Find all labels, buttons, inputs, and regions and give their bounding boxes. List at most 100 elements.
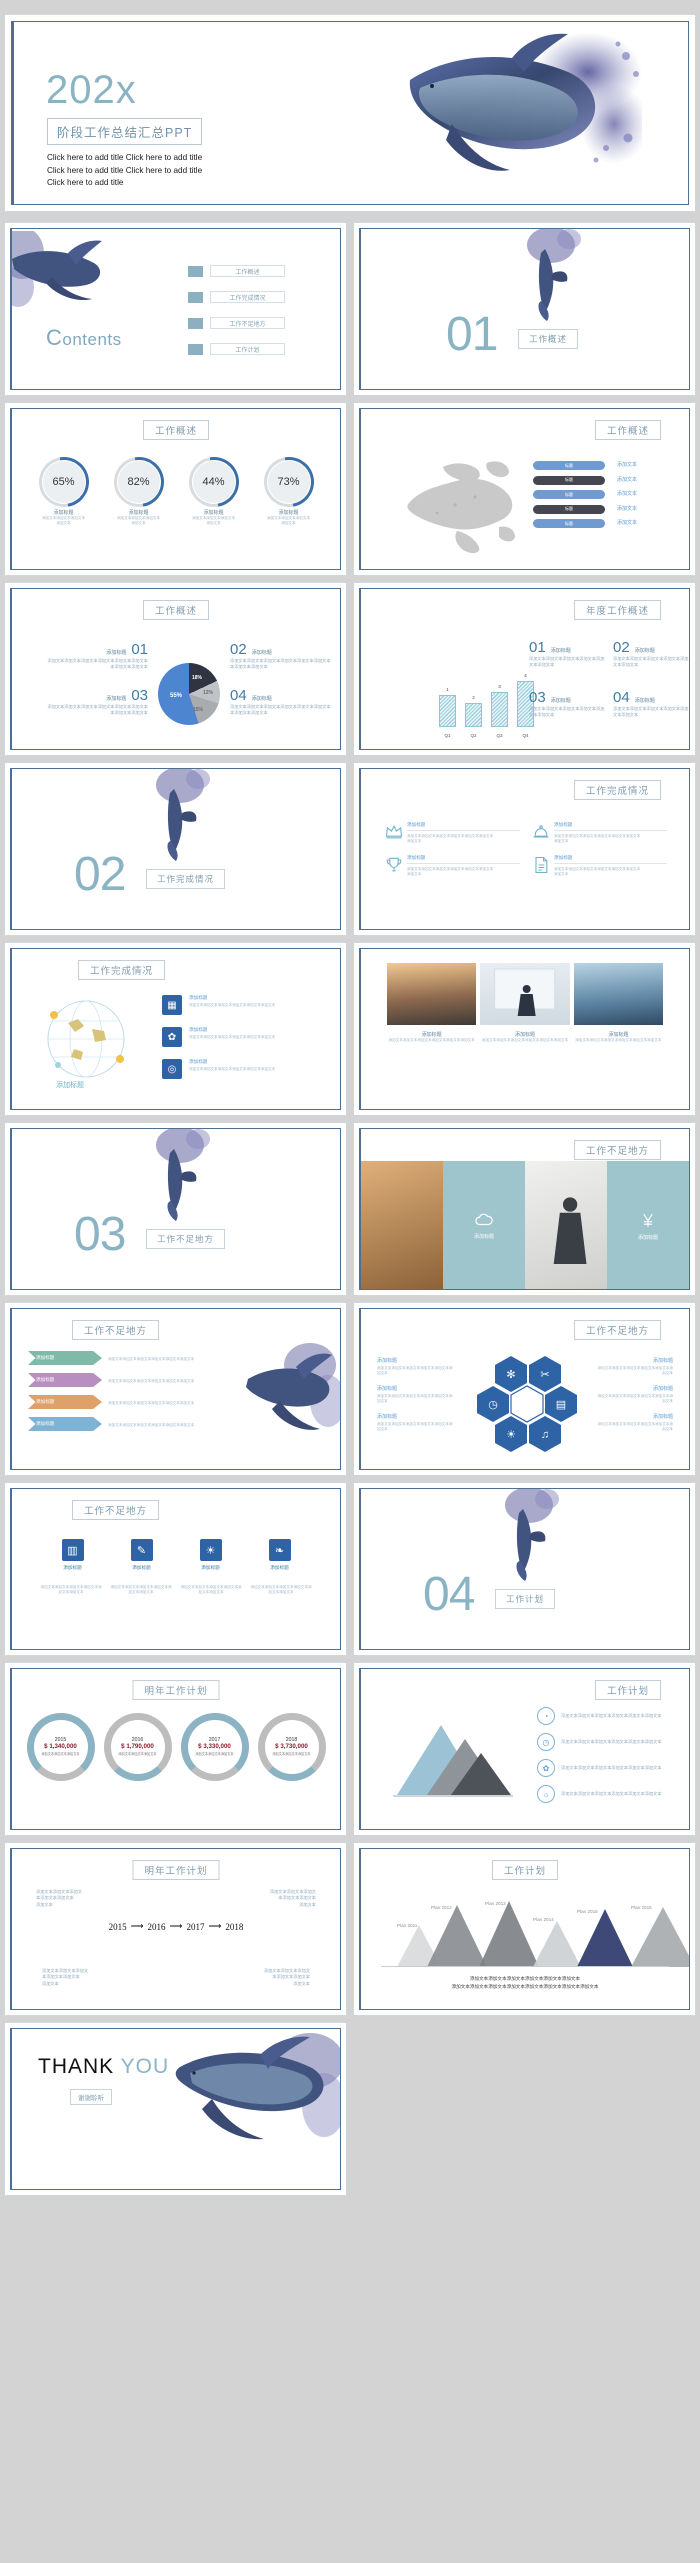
globe-feature[interactable]: ✿ 添加标题 添加文本添加文本添加文本添加文本添加文本添加文本 — [162, 1027, 340, 1047]
slide-shortcomings-hexagons[interactable]: 工作不足地方 添加标题 添加文本添加文本添加文本添加文本添加文本添加文本 添加标… — [353, 1302, 696, 1476]
hex-body: 添加文本添加文本添加文本添加文本添加文本添加文本 — [377, 1366, 453, 1376]
slide-section-02[interactable]: 02 工作完成情况 — [4, 762, 347, 936]
plan-feature-list: ◔ 添加文本添加文本添加文本添加文本添加文本添加文本 ◷ 添加文本添加文本添加文… — [537, 1707, 687, 1803]
slide-completion-icons[interactable]: 工作完成情况 添加标题 添加文本添加文本添加文本添加文本添加文本添加文本 添加文… — [353, 762, 696, 936]
map-pill[interactable]: 标题 — [533, 461, 605, 470]
chevron-row[interactable]: 添加标题 添加文本添加文本添加文本添加文本添加文本添加文本 — [28, 1417, 223, 1435]
slide-shortcomings-tiles[interactable]: 工作不足地方 ▥ 添加标题 ✎ 添加标题 ☀ 添加标题 ❧ 添加标题 添加文本添… — [4, 1482, 347, 1656]
photo-desk[interactable] — [361, 1161, 443, 1289]
mountain-label: Plan 2011 — [397, 1923, 418, 1928]
pie-legend-item: 添加标题 01 添加文本添加文本添加文本添加文本添加文本添加文本 本添加文本添加文… — [36, 641, 148, 671]
legend-number: 03 — [131, 687, 148, 704]
map-text: 添加文本 — [617, 476, 638, 483]
map-pill[interactable]: 标题 — [533, 519, 605, 528]
svg-text:♫: ♫ — [541, 1429, 549, 1441]
whale-illustration — [505, 1489, 559, 1581]
toc-item[interactable]: 工作完成情况 — [188, 291, 285, 303]
donut-item: 2015 $ 1,340,000 添加文本添加文本添加文本 — [26, 1713, 95, 1781]
photo-caption-body: 添加文本添加文本添加文本添加文本添加文本添加文本 — [481, 1038, 569, 1042]
tile-body-row: 添加文本添加文本添加文本添加文本添加文本添加文本 添加文本添加文本添加文本添加文… — [36, 1585, 316, 1596]
plan-feature[interactable]: ◷ 添加文本添加文本添加文本添加文本添加文本添加文本 — [537, 1733, 687, 1751]
hex-body: 添加文本添加文本添加文本添加文本添加文本添加文本 — [597, 1366, 673, 1376]
slide-next-year-timeline[interactable]: 明年工作计划 添加文本添加文本添加文 本添加文本添加文本 添加文本 添加文本添加… — [4, 1842, 347, 2016]
ppt-template-preview: 202x 阶段工作总结汇总PPT Click here to add title… — [0, 0, 700, 2563]
slide-shortcomings-chevrons[interactable]: 工作不足地方 添加标题 添加文本添加文本添加文本添加文本添加文本添加文本 添加标… — [4, 1302, 347, 1476]
mountain-peak — [479, 1901, 539, 1967]
chevron-row[interactable]: 添加标题 添加文本添加文本添加文本添加文本添加文本添加文本 — [28, 1373, 223, 1391]
slide-plan-triangles[interactable]: 工作计划 ◔ 添加文本添加文本添加文本添加文本添加文本添加文本 ◷ 添加文本添加… — [353, 1662, 696, 1836]
slide-section-04[interactable]: 04 工作计划 — [353, 1482, 696, 1656]
slide-section-01[interactable]: 01 工作概述 — [353, 222, 696, 396]
plan-feature[interactable]: ◔ 添加文本添加文本添加文本添加文本添加文本添加文本 — [537, 1707, 687, 1725]
panel-icon-cloud[interactable]: 添加标题 — [443, 1161, 525, 1289]
map-pill[interactable]: 标题 — [533, 504, 605, 514]
icon-feature[interactable]: 添加标题 添加文本添加文本添加文本添加文本添加文本添加文本 添加文本 — [381, 850, 528, 883]
slide-title: 工作概述 — [594, 420, 661, 440]
hex-body: 添加文本添加文本添加文本添加文本添加文本添加文本 — [377, 1421, 453, 1431]
hero-slide[interactable]: 202x 阶段工作总结汇总PPT Click here to add title… — [4, 14, 696, 212]
grid-row: 工作概述 65% 添加标题 添加文本添加文本添加文本 添加文本 82% 添加标题… — [0, 402, 700, 582]
timeline-text-bottom-right: 添加文本添加文本添加文 本添加文本添加文本 添加文本 — [190, 1968, 310, 1987]
tile-item[interactable]: ❧ 添加标题 — [268, 1539, 291, 1571]
legend-title: 添加标题 — [106, 650, 127, 656]
slide-overview-pie[interactable]: 工作概述 55% 18% 12% 15% 添加标题 01 添加文本添加文本添加文本… — [4, 582, 347, 756]
slide-overview-map[interactable]: 工作概述 标题 标题 标题 标题 标题 添加文本 添加文本 添加文本 添加文本 … — [353, 402, 696, 576]
donut-amount: $ 3,330,000 — [198, 1743, 231, 1751]
grid-row: 02 工作完成情况 工作完成情况 添加标题 添加文本添加文本添加文本添加文本添加… — [0, 762, 700, 942]
slide-contents[interactable]: Contents 工作概述 工作完成情况 工作不足地方 工作计划 — [4, 222, 347, 396]
toc-item[interactable]: 工作概述 — [188, 265, 285, 277]
slide-annual-bar[interactable]: 年度工作概述 1 2 3 4 Q1 Q2 Q3 Q4 01 添加标题 添加文本添… — [353, 582, 696, 756]
donut-item: 2016 $ 1,790,000 添加文本添加文本添加文本 — [103, 1713, 172, 1781]
globe-feature-body: 添加文本添加文本添加文本添加文本添加文本添加文本 — [189, 1003, 276, 1007]
bullet-square-icon — [188, 265, 203, 277]
photo-person-2[interactable] — [525, 1161, 607, 1289]
bar: 3 — [491, 684, 508, 727]
tile-item[interactable]: ✎ 添加标题 — [130, 1539, 153, 1571]
icon-feature[interactable]: 添加标题 添加文本添加文本添加文本添加文本添加文本添加文本 添加文本 — [381, 817, 528, 850]
globe-feature[interactable]: ▦ 添加标题 添加文本添加文本添加文本添加文本添加文本添加文本 — [162, 995, 340, 1015]
map-pill-group: 标题 标题 标题 标题 标题 — [533, 461, 605, 534]
map-pill[interactable]: 标题 — [533, 475, 605, 485]
chevron-label: 添加标题 — [28, 1373, 102, 1387]
percent-ring-title: 添加标题 — [278, 510, 299, 516]
photo-sunset[interactable] — [387, 963, 477, 1025]
photo-person[interactable] — [480, 963, 570, 1025]
slide-thank-you[interactable]: THANK YOU 谢谢聆听 — [4, 2022, 347, 2196]
plan-feature[interactable]: ☼ 添加文本添加文本添加文本添加文本添加文本添加文本 — [537, 1785, 687, 1803]
chevron-row[interactable]: 添加标题 添加文本添加文本添加文本添加文本添加文本添加文本 — [28, 1395, 223, 1413]
toc-item[interactable]: 工作计划 — [188, 343, 285, 355]
plan-feature[interactable]: ✿ 添加文本添加文本添加文本添加文本添加文本添加文本 — [537, 1759, 687, 1777]
toc-item[interactable]: 工作不足地方 — [188, 317, 285, 329]
icon-feature[interactable]: 添加标题 添加文本添加文本添加文本添加文本添加文本添加文本 添加文本 — [528, 850, 675, 883]
map-text: 添加文本 — [617, 520, 638, 526]
timeline-text-top-left: 添加文本添加文本添加文 本添加文本添加文本 添加文本 — [36, 1889, 156, 1908]
tile-body: 添加文本添加文本添加文本添加文本添加文本添加文本 — [40, 1585, 102, 1595]
slide-plan-mountains[interactable]: 工作计划 Plan 2011 Plan 2012 Plan 2013 Plan … — [353, 1842, 696, 2016]
empty-grid-cell — [353, 2022, 696, 2196]
photo-caption-title: 添加标题 — [421, 1032, 442, 1038]
tile-item[interactable]: ▥ 添加标题 — [61, 1539, 84, 1571]
chevron-row[interactable]: 添加标题 添加文本添加文本添加文本添加文本添加文本添加文本 — [28, 1351, 223, 1369]
globe-feature[interactable]: ◎ 添加标题 添加文本添加文本添加文本添加文本添加文本添加文本 — [162, 1059, 340, 1079]
slide-shortcomings-photos[interactable]: 工作不足地方 添加标题 添加标题 — [353, 1122, 696, 1296]
map-pill[interactable]: 标题 — [533, 490, 605, 499]
legend-title: 添加标题 — [634, 648, 655, 654]
slide-next-year-donuts[interactable]: 明年工作计划 2015 $ 1,340,000 添加文本添加文本添加文本 201… — [4, 1662, 347, 1836]
slide-section-03[interactable]: 03 工作不足地方 — [4, 1122, 347, 1296]
slide-completion-globe[interactable]: 工作完成情况 添加标题 ▦ 添加标题 添加文本添加文本添加文本添加文本添加文本添… — [4, 942, 347, 1116]
mountain-caption-line: 添加文本添加文本添加文本添加文本添加文本添加文本添加文本添加文本 — [451, 1983, 599, 1989]
grid-row: 工作不足地方 ▥ 添加标题 ✎ 添加标题 ☀ 添加标题 ❧ 添加标题 添加文本添… — [0, 1482, 700, 1662]
percent-ring-item: 73% 添加标题 添加文本添加文本添加文本 添加文本 — [253, 461, 325, 527]
bar-value: 2 — [472, 695, 475, 700]
photo-sea[interactable] — [573, 963, 663, 1025]
slide-completion-photos[interactable]: 添加标题 添加文本添加文本添加文本添加文本添加文本添加文本 添加标题 添加文本添… — [353, 942, 696, 1116]
chevron-label: 添加标题 — [28, 1417, 102, 1431]
slide-title: 工作完成情况 — [78, 960, 166, 980]
hero-year: 202x — [46, 68, 137, 112]
slide-overview-percent[interactable]: 工作概述 65% 添加标题 添加文本添加文本添加文本 添加文本 82% 添加标题… — [4, 402, 347, 576]
icon-feature[interactable]: 添加标题 添加文本添加文本添加文本添加文本添加文本添加文本 添加文本 — [528, 817, 675, 850]
svg-text:▤: ▤ — [556, 1399, 566, 1411]
tile-item[interactable]: ☀ 添加标题 — [199, 1539, 222, 1571]
divider — [407, 862, 520, 864]
panel-icon-yen[interactable]: 添加标题 — [607, 1161, 689, 1289]
